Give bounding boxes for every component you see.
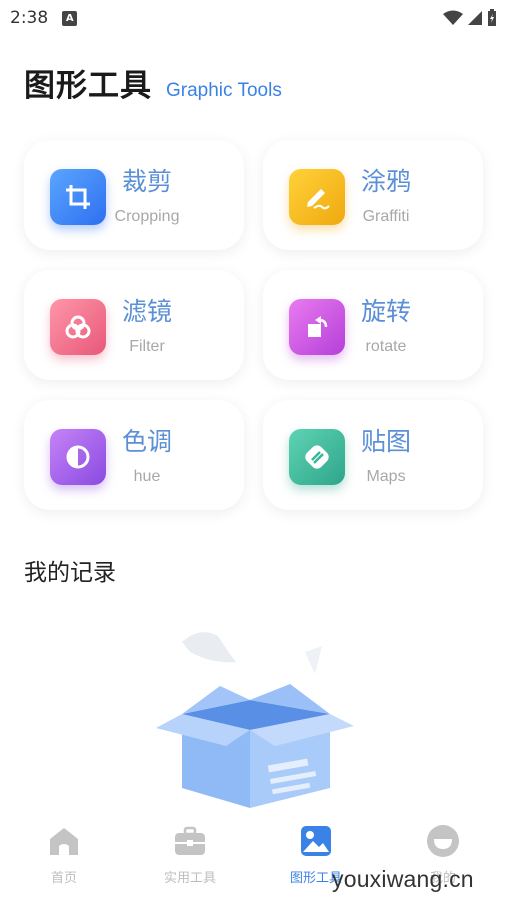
- battery-icon: [488, 9, 496, 26]
- contrast-icon: [50, 429, 106, 485]
- nav-label: 首页: [50, 871, 77, 886]
- tool-label-zh: 裁剪: [122, 167, 173, 196]
- status-bar: 2:38 A: [0, 0, 507, 36]
- tool-label-zh: 贴图: [361, 427, 412, 456]
- tool-card-crop[interactable]: 裁剪 Cropping: [24, 140, 244, 250]
- filter-icon: [50, 299, 106, 355]
- sticker-icon: [289, 429, 345, 485]
- home-icon: [50, 828, 78, 855]
- page-header: 图形工具 Graphic Tools: [24, 60, 282, 105]
- tool-label-en: Cropping: [114, 208, 180, 225]
- tool-label-en: hue: [133, 468, 161, 485]
- nav-item-home[interactable]: 首页: [14, 824, 114, 886]
- wifi-icon: [443, 10, 463, 25]
- records-title: 我的记录: [24, 560, 116, 586]
- tool-label-en: rotate: [365, 338, 407, 355]
- page-title: 图形工具: [24, 68, 152, 104]
- signal-icon: [468, 11, 482, 25]
- nav-item-tools[interactable]: 实用工具: [140, 824, 240, 886]
- notification-badge-icon: A: [62, 10, 78, 26]
- tool-label-zh: 滤镜: [122, 297, 173, 326]
- pen-icon: [289, 169, 345, 225]
- page-subtitle: Graphic Tools: [166, 80, 282, 101]
- crop-icon: [50, 169, 106, 225]
- profile-icon: [427, 825, 459, 857]
- tool-card-maps[interactable]: 贴图 Maps: [263, 400, 483, 510]
- tool-card-rotate[interactable]: 旋转 rotate: [263, 270, 483, 380]
- rotate-icon: [289, 299, 345, 355]
- image-icon: [301, 826, 331, 856]
- tool-label-zh: 涂鸦: [361, 167, 412, 196]
- tool-card-filter[interactable]: 滤镜 Filter: [24, 270, 244, 380]
- empty-box-illustration: [140, 622, 360, 816]
- tool-label-en: Filter: [129, 338, 165, 355]
- tool-card-hue[interactable]: 色调 hue: [24, 400, 244, 510]
- tool-label-en: Graffiti: [362, 208, 410, 225]
- tool-label-zh: 色调: [122, 427, 173, 456]
- tool-card-graffiti[interactable]: 涂鸦 Graffiti: [263, 140, 483, 250]
- toolbox-icon: [175, 826, 205, 855]
- status-time: 2:38: [10, 8, 49, 28]
- tool-label-zh: 旋转: [361, 297, 412, 326]
- nav-label: 实用工具: [163, 871, 216, 886]
- tool-label-en: Maps: [366, 468, 406, 485]
- watermark: youxiwang.cn: [332, 866, 474, 892]
